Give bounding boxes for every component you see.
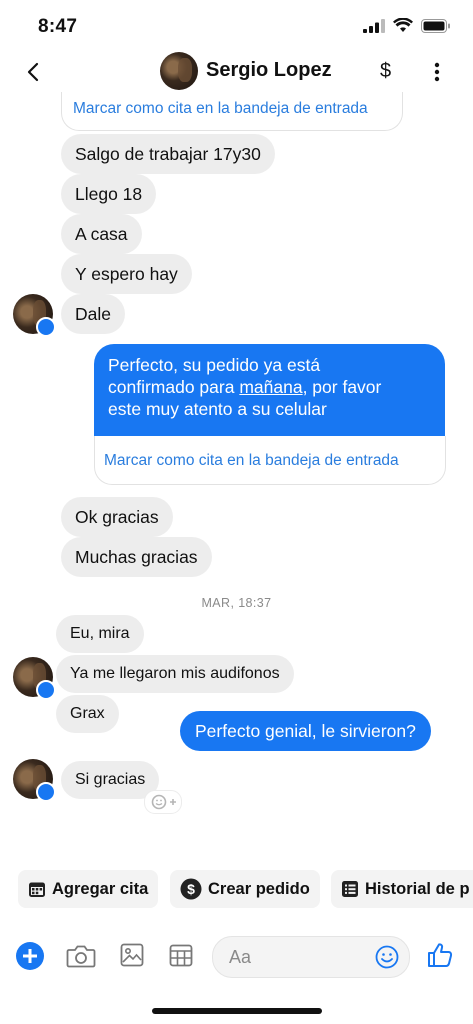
- status-time: 8:47: [38, 16, 78, 37]
- add-appointment-button[interactable]: Agregar cita: [18, 870, 159, 908]
- cellular-signal-icon: [363, 18, 385, 33]
- chip-label: Historial de p: [365, 879, 470, 898]
- battery-icon: [421, 18, 450, 33]
- sender-avatar[interactable]: [13, 294, 56, 337]
- message-outgoing[interactable]: Perfecto genial, le sirvieron?: [180, 711, 431, 751]
- chip-label: Crear pedido: [208, 879, 310, 898]
- conversation-header: Sergio Lopez $: [0, 52, 473, 92]
- message-text-line: Perfecto, su pedido ya está: [108, 355, 321, 375]
- wifi-icon: [393, 18, 413, 32]
- create-order-button[interactable]: $ Crear pedido: [170, 870, 320, 908]
- quick-actions-bar: Agregar cita $ Crear pedido Historial de…: [0, 870, 473, 910]
- message-incoming[interactable]: Eu, mira: [56, 615, 144, 653]
- message-incoming[interactable]: Grax: [56, 695, 119, 733]
- camera-icon[interactable]: [66, 943, 96, 969]
- emoji-icon[interactable]: [375, 945, 399, 969]
- date-link[interactable]: mañana: [239, 377, 302, 397]
- message-incoming[interactable]: Y espero hay: [61, 254, 192, 294]
- order-history-button[interactable]: Historial de p: [331, 870, 473, 908]
- messenger-badge-icon: [36, 317, 56, 337]
- message-text-line: confirmado para mañana, por favor: [108, 377, 382, 397]
- gallery-icon[interactable]: [120, 943, 144, 967]
- payment-dollar-icon[interactable]: $: [380, 60, 391, 83]
- input-placeholder: Aa: [229, 947, 252, 967]
- message-incoming[interactable]: Salgo de trabajar 17y30: [61, 134, 275, 174]
- message-incoming[interactable]: Llego 18: [61, 174, 157, 214]
- calendar-icon: [29, 882, 45, 897]
- mark-appointment-link[interactable]: Marcar como cita en la bandeja de entrad…: [73, 100, 368, 118]
- back-arrow-icon[interactable]: [22, 56, 46, 88]
- plus-button[interactable]: [16, 942, 44, 970]
- calendar-grid-icon[interactable]: [169, 943, 193, 967]
- message-composer: Aa: [0, 934, 473, 978]
- appointment-card-top: Marcar como cita en la bandeja de entrad…: [61, 92, 403, 131]
- sender-avatar[interactable]: [13, 759, 56, 802]
- message-outgoing[interactable]: Perfecto, su pedido ya está confirmado p…: [94, 344, 445, 446]
- timestamp: MAR, 18:37: [201, 596, 272, 610]
- message-incoming[interactable]: Muchas gracias: [61, 537, 212, 577]
- status-bar: 8:47: [0, 0, 473, 52]
- message-incoming[interactable]: Ok gracias: [61, 497, 173, 537]
- home-indicator: [152, 1008, 322, 1014]
- more-options-icon[interactable]: [430, 58, 444, 86]
- sender-avatar[interactable]: [13, 657, 56, 700]
- thumbs-up-icon[interactable]: [426, 941, 454, 969]
- smiley-plus-icon: [151, 794, 176, 810]
- status-icons: [363, 18, 451, 33]
- message-text-line: este muy atento a su celular: [108, 399, 327, 419]
- message-input[interactable]: Aa: [212, 936, 410, 978]
- contact-name[interactable]: Sergio Lopez: [206, 59, 332, 82]
- receipt-list-icon: [342, 881, 358, 897]
- appointment-card: Marcar como cita en la bandeja de entrad…: [94, 436, 446, 485]
- chip-label: Agregar cita: [52, 879, 149, 898]
- dollar-circle-icon: $: [180, 878, 202, 900]
- svg-text:$: $: [187, 881, 195, 897]
- message-incoming[interactable]: A casa: [61, 214, 142, 254]
- messenger-badge-icon: [36, 680, 56, 700]
- contact-avatar[interactable]: [160, 52, 198, 90]
- mark-appointment-link[interactable]: Marcar como cita en la bandeja de entrad…: [104, 452, 399, 470]
- message-incoming[interactable]: Dale: [61, 294, 125, 334]
- messenger-badge-icon: [36, 782, 56, 802]
- message-incoming[interactable]: Ya me llegaron mis audifonos: [56, 655, 294, 693]
- add-reaction-button[interactable]: [144, 790, 182, 814]
